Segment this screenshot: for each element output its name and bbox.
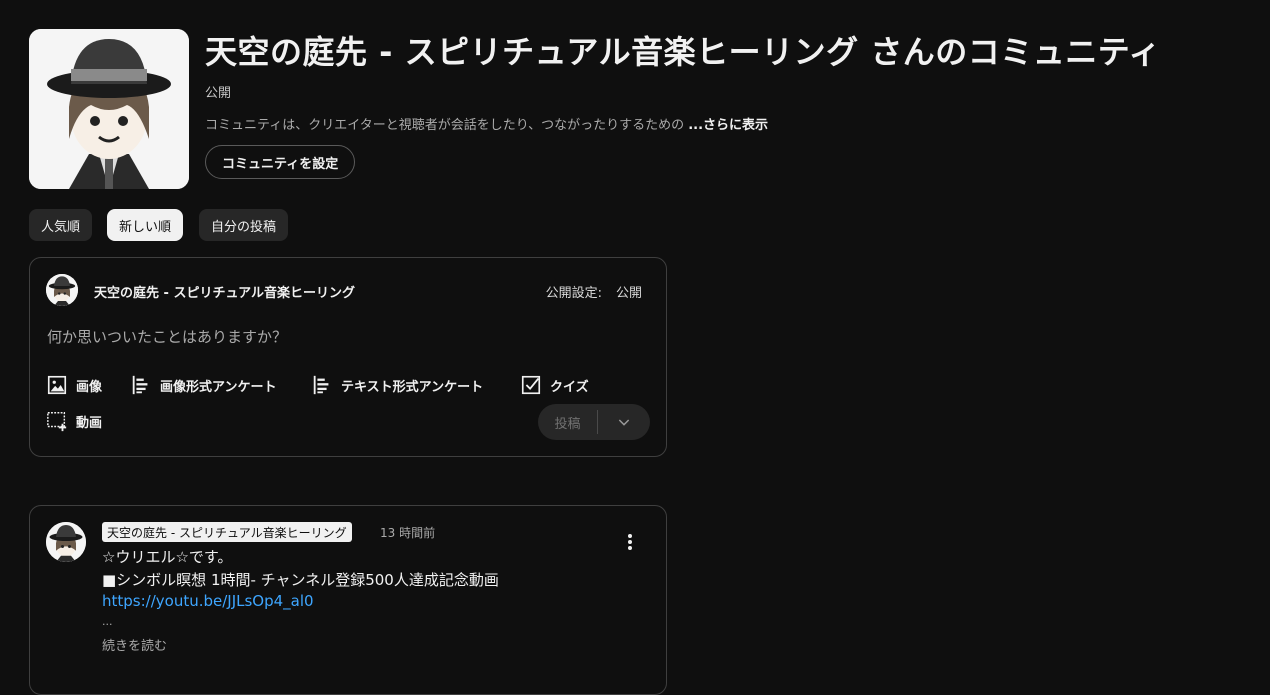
visibility-setting[interactable]: 公開設定: 公開: [546, 282, 642, 301]
post-composer: 天空の庭先 - スピリチュアル音楽ヒーリング 公開設定: 公開 何か思いついたこと…: [29, 257, 667, 457]
text-poll-icon: [313, 375, 329, 395]
community-description: コミュニティは、クリエイターと視聴者が会話をしたり、つながったりするための...…: [205, 114, 768, 133]
image-icon: [47, 375, 67, 395]
tool-label: テキスト形式アンケート: [341, 379, 484, 395]
post-author-avatar[interactable]: [46, 522, 86, 562]
post-menu-button[interactable]: [620, 532, 640, 552]
tool-label: 画像形式アンケート: [160, 379, 277, 395]
community-settings-button[interactable]: コミュニティを設定: [205, 145, 356, 179]
tool-video[interactable]: 動画: [46, 410, 102, 432]
avatar-illustration: [46, 274, 78, 306]
filter-chip-my-posts[interactable]: 自分の投稿: [199, 209, 289, 241]
video-add-icon: [47, 412, 67, 432]
more-vert-icon: [628, 534, 632, 550]
post-text-line: ■シンボル瞑想 1時間- チャンネル登録500人達成記念動画: [102, 571, 499, 589]
tool-text-poll[interactable]: テキスト形式アンケート: [311, 374, 483, 396]
filter-chip-popular[interactable]: 人気順: [29, 209, 93, 241]
community-visibility: 公開: [205, 86, 232, 101]
post-truncation: ...: [102, 615, 113, 628]
visibility-value: 公開: [615, 286, 642, 301]
post-options-dropdown[interactable]: [598, 414, 650, 430]
avatar-illustration: [46, 522, 86, 562]
channel-avatar[interactable]: [29, 29, 189, 189]
tool-quiz[interactable]: クイズ: [520, 374, 589, 396]
composer-channel-name: 天空の庭先 - スピリチュアル音楽ヒーリング: [94, 286, 356, 301]
community-post: 天空の庭先 - スピリチュアル音楽ヒーリング 13 時間前 ☆ウリエル☆です。 …: [29, 505, 667, 695]
visibility-label: 公開設定:: [545, 286, 602, 301]
tool-image-poll[interactable]: 画像形式アンケート: [130, 374, 276, 396]
filter-chip-newest[interactable]: 新しい順: [107, 209, 184, 241]
post-text-line: ☆ウリエル☆です。: [102, 548, 233, 566]
avatar-illustration: [29, 29, 189, 189]
show-more-link[interactable]: ...さらに表示: [688, 118, 768, 133]
description-text: コミュニティは、クリエイターと視聴者が会話をしたり、つながったりするための: [205, 118, 685, 133]
page-title: 天空の庭先 - スピリチュアル音楽ヒーリング さんのコミュニティ: [205, 33, 1161, 71]
post-split-button: 投稿: [538, 404, 650, 440]
post-timestamp[interactable]: 13 時間前: [380, 524, 435, 541]
read-more-link[interactable]: 続きを読む: [102, 635, 167, 654]
post-button[interactable]: 投稿: [538, 413, 597, 432]
tool-label: 画像: [76, 379, 103, 395]
image-poll-icon: [132, 375, 148, 395]
post-author-badge[interactable]: 天空の庭先 - スピリチュアル音楽ヒーリング: [102, 522, 352, 542]
quiz-icon: [521, 375, 541, 395]
composer-input[interactable]: 何か思いついたことはありますか？: [47, 326, 287, 347]
tool-label: クイズ: [550, 379, 589, 395]
tool-label: 動画: [76, 415, 103, 431]
tool-image[interactable]: 画像: [46, 374, 102, 396]
post-video-link[interactable]: https://youtu.be/JJLsOp4_al0: [102, 592, 314, 610]
composer-avatar: [46, 274, 78, 306]
chevron-down-icon: [618, 419, 630, 426]
